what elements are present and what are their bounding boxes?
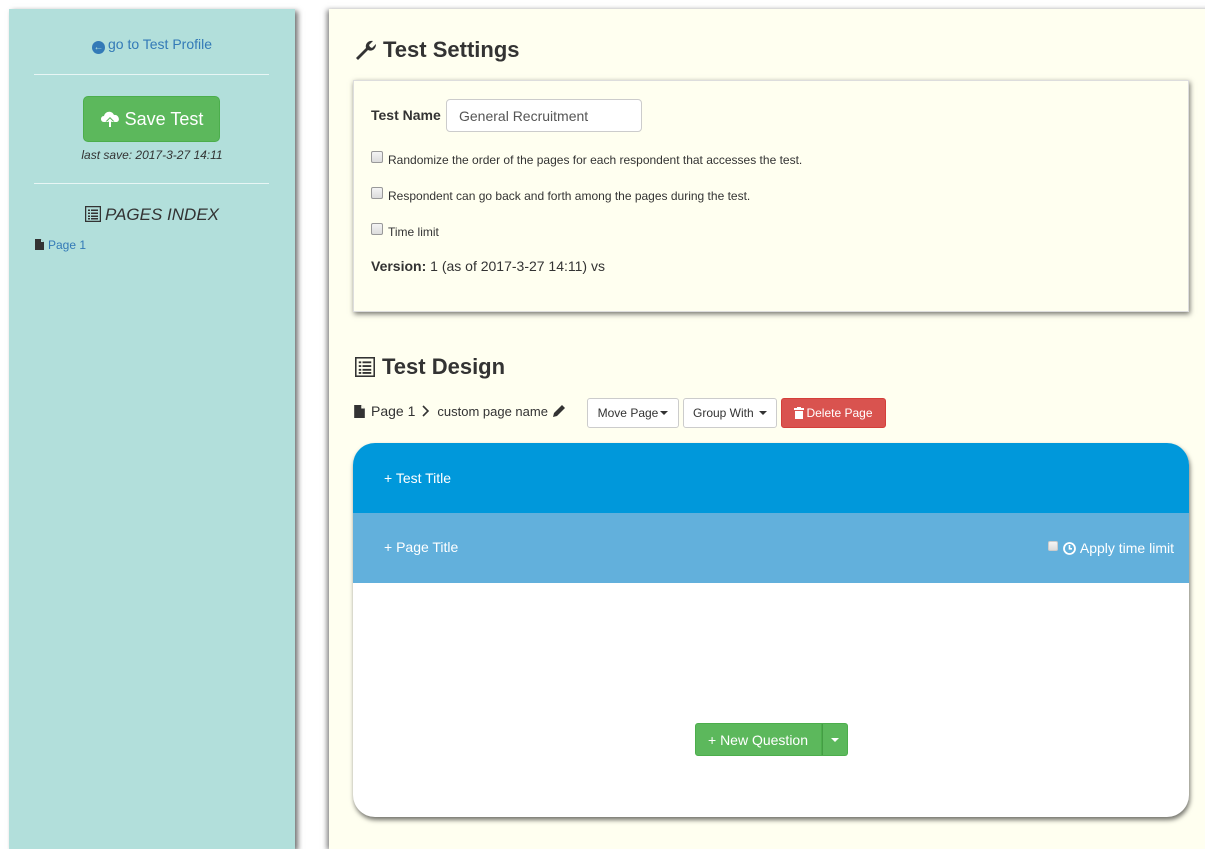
test-settings-heading: Test Settings (354, 37, 520, 63)
divider (34, 183, 269, 184)
test-title-label: + Test Title (384, 470, 452, 486)
file-icon (354, 404, 365, 418)
back-link-label: go to Test Profile (107, 36, 213, 52)
randomize-pages-checkbox[interactable] (371, 151, 383, 163)
save-test-button[interactable]: Save Test (83, 96, 220, 142)
caret-down-icon (660, 411, 669, 415)
new-question-button-group: + New Question (695, 723, 848, 756)
randomize-pages-label: Randomize the order of the pages for eac… (388, 153, 803, 167)
add-page-title[interactable]: + Page Title (384, 539, 458, 555)
randomize-pages-option[interactable]: Randomize the order of the pages for eac… (371, 151, 803, 167)
test-settings-title: Test Settings (383, 37, 520, 62)
trash-icon (794, 407, 805, 419)
delete-page-button[interactable]: Delete Page (781, 398, 886, 428)
move-page-label: Move Page (597, 406, 659, 420)
pages-index-heading: PAGES INDEX (9, 205, 295, 225)
pencil-icon[interactable] (552, 404, 566, 418)
back-and-forth-label: Respondent can go back and forth among t… (388, 189, 751, 203)
move-page-button[interactable]: Move Page (587, 398, 679, 428)
caret-down-icon (831, 737, 839, 742)
last-save-text: last save: 2017-3-27 14:11 (81, 148, 223, 162)
test-settings-panel: Test Name Randomize the order of the pag… (353, 80, 1189, 312)
sidebar-page-label: Page 1 (48, 238, 87, 252)
file-icon (35, 239, 44, 250)
back-and-forth-option[interactable]: Respondent can go back and forth among t… (371, 187, 751, 203)
group-with-label: Group With (692, 406, 754, 420)
test-design-heading: Test Design (355, 354, 505, 380)
wrench-icon (356, 40, 376, 60)
version-value: 1 (as of 2017-3-27 14:11) vs (430, 258, 605, 274)
sidebar: ← go to Test Profile Save Test last save:… (9, 9, 295, 849)
apply-time-limit-option[interactable]: Apply time limit (1047, 540, 1174, 556)
time-limit-option[interactable]: Time limit (371, 223, 439, 239)
clock-icon (1062, 541, 1076, 555)
add-test-title[interactable]: + Test Title (353, 443, 1189, 513)
time-limit-checkbox[interactable] (371, 223, 383, 235)
page-breadcrumb: Page 1 custom page name (354, 403, 566, 419)
group-with-button[interactable]: Group With (683, 398, 777, 428)
new-question-label: + New Question (708, 731, 808, 748)
main-content: Test Settings Test Name Randomize the or… (329, 9, 1205, 849)
list-alt-icon (355, 357, 375, 377)
pages-index-label: PAGES INDEX (105, 205, 219, 224)
apply-time-limit-label: Apply time limit (1079, 540, 1174, 556)
cloud-upload-icon (100, 111, 119, 127)
save-test-label: Save Test (124, 108, 204, 129)
test-design-title: Test Design (382, 354, 506, 379)
back-and-forth-checkbox[interactable] (371, 187, 383, 199)
page-title-bar: + Page Title Apply time limit (353, 513, 1189, 583)
new-question-button[interactable]: + New Question (695, 723, 822, 756)
breadcrumb-page-name: custom page name (437, 403, 548, 419)
caret-down-icon (759, 411, 768, 415)
delete-page-label: Delete Page (806, 406, 873, 420)
go-to-test-profile-link[interactable]: ← go to Test Profile (9, 36, 295, 54)
test-name-input[interactable] (446, 99, 642, 132)
chevron-right-icon (422, 405, 430, 417)
list-alt-icon (84, 205, 102, 223)
apply-time-limit-checkbox[interactable] (1047, 541, 1058, 551)
page-design-panel: + Test Title + Page Title Apply time lim… (353, 443, 1189, 817)
test-name-label: Test Name (371, 107, 441, 123)
time-limit-label: Time limit (388, 225, 439, 239)
version-label: Version: (371, 258, 427, 274)
sidebar-page-item[interactable]: Page 1 (35, 238, 86, 252)
version-info: Version: 1 (as of 2017-3-27 14:11) vs (371, 258, 605, 274)
divider (34, 74, 269, 75)
arrow-circle-left-icon: ← (91, 41, 105, 54)
new-question-dropdown-toggle[interactable] (822, 723, 848, 756)
breadcrumb-page: Page 1 (371, 403, 416, 419)
